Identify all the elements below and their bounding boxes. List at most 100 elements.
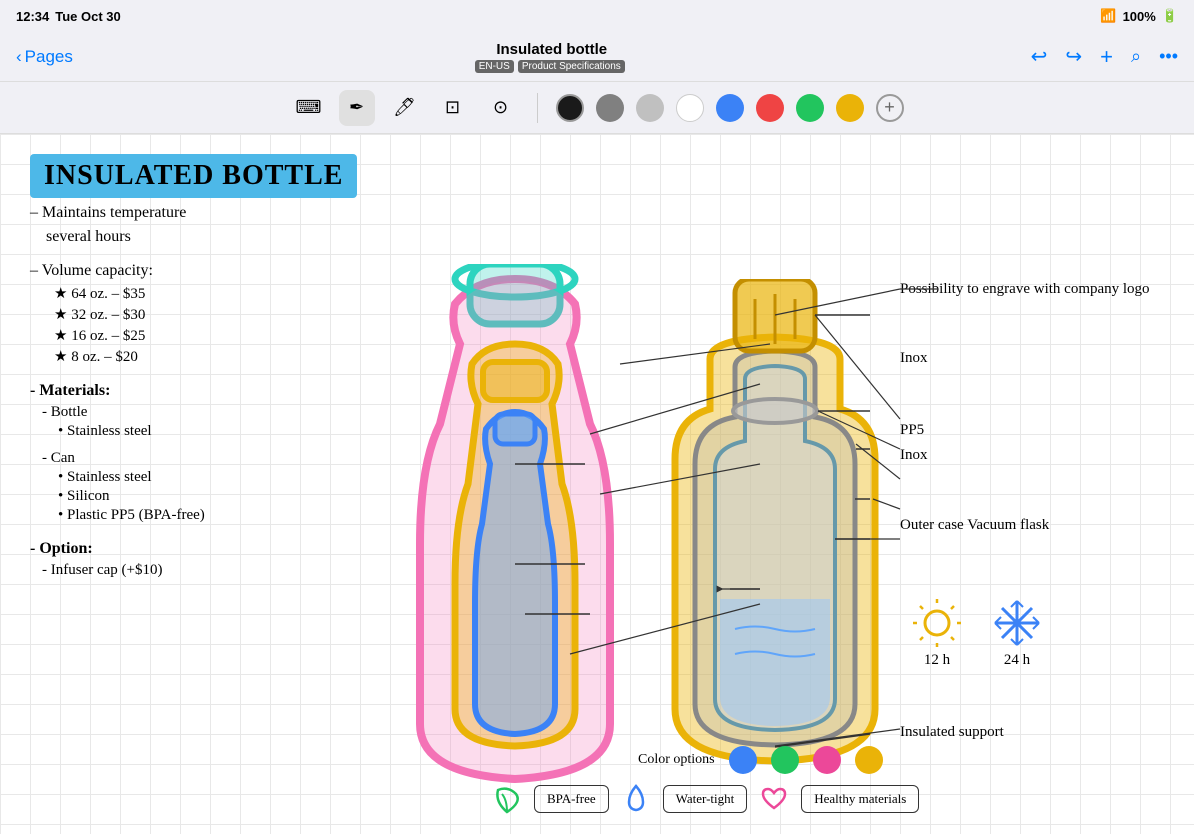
hot-hours: 12 h — [924, 652, 950, 669]
healthy-materials-badge: Healthy materials — [801, 785, 919, 813]
document-subtitle: EN-US Product Specifications — [475, 58, 629, 72]
language-tag: EN-US — [475, 60, 514, 73]
temp-line1: – Maintains temperature — [30, 204, 400, 222]
vol-32: ★ 32 oz. – $30 — [54, 305, 400, 324]
status-left: 12:34 Tue Oct 30 — [16, 9, 121, 24]
highlighter-tool[interactable]: 🖊 — [387, 90, 423, 126]
vol-64: ★ 64 oz. – $35 — [54, 284, 400, 303]
color-red[interactable] — [756, 94, 784, 122]
bpa-free-badge: BPA-free — [534, 785, 609, 813]
cold-duration: 24 h — [992, 598, 1042, 669]
outer-case-annotation: Outer case Vacuum flask — [900, 514, 1180, 537]
left-section: – Maintains temperature several hours – … — [30, 194, 400, 579]
canvas-content: INSULATED BOTTLE – Maintains temperature… — [0, 134, 1194, 834]
wifi-icon: 📶 — [1100, 8, 1116, 24]
volume-section: – Volume capacity: ★ 64 oz. – $35 ★ 32 o… — [30, 262, 400, 366]
pen-tool[interactable]: ✒ — [339, 90, 375, 126]
color-option-green — [771, 746, 799, 774]
add-color-button[interactable]: + — [876, 94, 904, 122]
water-tight-badge: Water-tight — [663, 785, 748, 813]
back-button[interactable]: ‹ Pages — [16, 47, 73, 67]
nav-right: ↩ ↪ + ⌕ ••• — [1031, 44, 1178, 70]
bottle-sketch-right — [660, 279, 890, 799]
temp-line2: several hours — [46, 228, 400, 246]
bottle-material: • Stainless steel — [58, 423, 400, 440]
battery: 100% — [1123, 9, 1156, 24]
battery-icon: 🔋 — [1162, 8, 1178, 24]
insulated-support-text: Insulated support — [900, 724, 1004, 740]
color-options: Color options — [638, 746, 883, 774]
keyboard-tool[interactable]: ⌨ — [291, 90, 327, 126]
color-white[interactable] — [676, 94, 704, 122]
volume-header: – Volume capacity: — [30, 262, 400, 280]
back-label: Pages — [25, 47, 73, 67]
inox2-annotation: Inox — [900, 447, 1180, 464]
inox1-text: Inox — [900, 350, 928, 367]
vol-16: ★ 16 oz. – $25 — [54, 326, 400, 345]
nav-left: ‹ Pages — [16, 47, 73, 67]
subtitle-text: Product Specifications — [518, 60, 625, 73]
pp5-text: PP5 — [900, 422, 1180, 439]
can-mat1: • Stainless steel — [58, 469, 400, 486]
insulated-support-annotation: Insulated support — [900, 724, 1004, 741]
color-option-pink — [813, 746, 841, 774]
color-green[interactable] — [796, 94, 824, 122]
toolbar: ⌨ ✒ 🖊 ⊡ ⊙ + — [0, 82, 1194, 134]
can-mat2: • Silicon — [58, 488, 400, 505]
heart-icon — [757, 782, 791, 816]
vol-8: ★ 8 oz. – $20 — [54, 347, 400, 366]
option-section: - Option: - Infuser cap (+$10) — [30, 540, 400, 579]
pp5-annotation: PP5 — [900, 422, 1180, 439]
leaf-icon — [490, 782, 524, 816]
can-mat3: • Plastic PP5 (BPA-free) — [58, 507, 400, 524]
bottle-label: - Bottle — [42, 404, 400, 421]
temp-text: – Maintains temperature several hours — [30, 204, 400, 246]
sun-icon — [912, 598, 962, 648]
materials-header: - Materials: — [30, 382, 400, 400]
add-button[interactable]: + — [1100, 44, 1113, 70]
engrave-annotation: Possibility to engrave with company logo — [900, 279, 1180, 300]
materials-section: - Materials: - Bottle • Stainless steel … — [30, 382, 400, 524]
canvas: INSULATED BOTTLE – Maintains temperature… — [0, 134, 1194, 834]
water-tight-label: Water-tight — [676, 791, 735, 807]
search-button[interactable]: ⌕ — [1131, 46, 1141, 67]
status-right: 📶 100% 🔋 — [1100, 8, 1178, 24]
eraser-tool[interactable]: ⊡ — [435, 90, 471, 126]
option-item1: - Infuser cap (+$10) — [42, 562, 400, 579]
color-option-blue — [729, 746, 757, 774]
back-chevron-icon: ‹ — [16, 47, 22, 67]
badge-row: BPA-free Water-tight Healthy materials — [490, 782, 919, 816]
engrave-text: Possibility to engrave with company logo — [900, 279, 1180, 300]
color-black[interactable] — [556, 94, 584, 122]
color-blue[interactable] — [716, 94, 744, 122]
cold-hours: 24 h — [1004, 652, 1030, 669]
outer-case-text: Outer case Vacuum flask — [900, 514, 1180, 537]
color-gray[interactable] — [596, 94, 624, 122]
document-title: Insulated bottle — [475, 41, 629, 58]
divider — [537, 93, 538, 123]
color-lightgray[interactable] — [636, 94, 664, 122]
nav-center: Insulated bottle EN-US Product Specificat… — [475, 41, 629, 72]
color-options-row: Color options — [638, 746, 883, 774]
document-heading: INSULATED BOTTLE — [30, 154, 357, 198]
color-option-yellow — [855, 746, 883, 774]
more-button[interactable]: ••• — [1159, 46, 1178, 67]
lasso-tool[interactable]: ⊙ — [483, 90, 519, 126]
undo-button[interactable]: ↩ — [1031, 44, 1048, 69]
date: Tue Oct 30 — [55, 9, 121, 24]
color-options-label: Color options — [638, 752, 715, 768]
can-label: - Can — [42, 450, 400, 467]
option-header: - Option: — [30, 540, 400, 558]
status-bar: 12:34 Tue Oct 30 📶 100% 🔋 — [0, 0, 1194, 32]
bottle-sketch-left — [390, 264, 640, 824]
inox1-annotation: Inox — [900, 350, 1180, 367]
hot-duration: 12 h — [912, 598, 962, 669]
redo-button[interactable]: ↪ — [1065, 44, 1082, 69]
bpa-free-label: BPA-free — [547, 791, 596, 807]
temperature-section: 12 h 24 h — [912, 598, 1042, 669]
color-yellow[interactable] — [836, 94, 864, 122]
inox2-text: Inox — [900, 447, 928, 463]
top-nav: ‹ Pages Insulated bottle EN-US Product Sp… — [0, 32, 1194, 82]
time: 12:34 — [16, 9, 49, 24]
snowflake-icon — [992, 598, 1042, 648]
